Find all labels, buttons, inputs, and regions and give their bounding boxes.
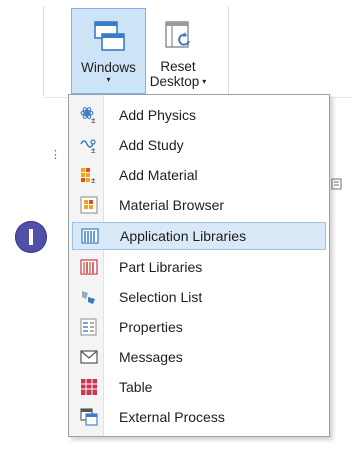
menu-item-label: Add Material <box>119 167 198 183</box>
menu-item-label: Add Study <box>119 137 184 153</box>
selection-list-icon <box>82 291 95 304</box>
messages-icon <box>80 350 98 364</box>
menu-item-add-material[interactable]: ± Add Material <box>72 161 326 189</box>
menu-item-label: Selection List <box>119 289 203 305</box>
svg-text:±: ± <box>91 146 96 154</box>
windows-button[interactable]: Windows ▾ <box>71 8 146 94</box>
reset-desktop-label: Reset Desktop ▾ <box>150 59 207 89</box>
menu-item-part-libraries[interactable]: Part Libraries <box>72 253 326 281</box>
reset-label-line2: Desktop <box>149 74 200 89</box>
menu-item-label: Messages <box>119 349 183 365</box>
application-libraries-icon <box>81 228 99 244</box>
menu-item-selection-list[interactable]: Selection List <box>72 283 326 311</box>
step-marker-i-icon <box>29 229 33 245</box>
menu-item-label: Add Physics <box>119 107 197 123</box>
reset-desktop-icon <box>165 21 190 48</box>
material-browser-icon <box>80 196 98 214</box>
menu-item-label: External Process <box>119 409 225 425</box>
add-study-icon: ± <box>80 139 96 154</box>
windows-dropdown-menu: ± Add Physics ± Add Study ± Add Material… <box>68 94 330 437</box>
table-icon <box>81 379 97 395</box>
reset-label-line1: Reset <box>160 59 196 74</box>
menu-item-properties[interactable]: Properties <box>72 313 326 341</box>
menu-item-material-browser[interactable]: Material Browser <box>72 191 326 219</box>
properties-icon <box>80 318 97 336</box>
windows-label: Windows <box>81 60 136 75</box>
reset-desktop-button[interactable]: Reset Desktop ▾ <box>149 8 207 94</box>
menu-item-external-process[interactable]: External Process <box>72 403 326 431</box>
menu-item-label: Application Libraries <box>120 228 247 244</box>
ribbon-toolbar: Windows ▾ Reset Desktop ▾ <box>0 0 352 100</box>
menu-item-label: Table <box>119 379 153 395</box>
windows-icon <box>93 21 125 51</box>
menu-item-table[interactable]: Table <box>72 373 326 401</box>
external-process-icon <box>80 408 98 426</box>
chevron-down-icon: ▾ <box>106 75 111 84</box>
menu-item-application-libraries[interactable]: Application Libraries <box>72 222 326 250</box>
add-material-icon: ± <box>81 168 96 184</box>
background-document-icon <box>331 178 342 190</box>
step-marker-badge <box>15 221 47 253</box>
part-libraries-icon <box>80 259 98 275</box>
svg-text:±: ± <box>91 176 96 184</box>
menu-item-messages[interactable]: Messages <box>72 343 326 371</box>
menu-item-label: Part Libraries <box>119 259 203 275</box>
svg-text:±: ± <box>91 116 96 124</box>
background-separator-glyph: ⋮ <box>50 149 61 161</box>
add-physics-icon: ± <box>80 107 96 124</box>
ribbon-separator <box>228 6 229 96</box>
menu-item-label: Properties <box>119 319 183 335</box>
menu-item-add-physics[interactable]: ± Add Physics <box>72 101 326 129</box>
chevron-down-icon: ▾ <box>202 76 207 86</box>
menu-item-label: Material Browser <box>119 197 225 213</box>
menu-item-add-study[interactable]: ± Add Study <box>72 131 326 159</box>
ribbon-separator <box>43 6 44 96</box>
